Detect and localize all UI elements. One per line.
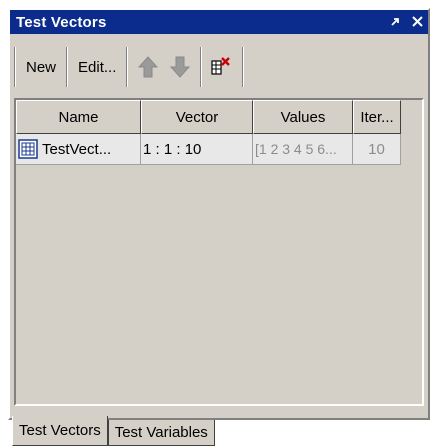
cell-values: [1 2 3 4 5 6... <box>253 134 353 164</box>
move-down-button[interactable] <box>164 48 196 86</box>
toolbar-separator <box>242 47 245 87</box>
column-header-values[interactable]: Values <box>253 100 353 134</box>
toolbar-separator <box>200 47 203 87</box>
toolbar-grip <box>14 47 16 87</box>
close-icon <box>411 15 423 27</box>
column-header-vector[interactable]: Vector <box>141 100 253 134</box>
column-header-iterations[interactable]: Iter... <box>353 100 401 134</box>
tab-test-vectors[interactable]: Test Vectors <box>12 416 108 446</box>
cell-iterations: 10 <box>353 134 401 164</box>
panel-title: Test Vectors <box>16 13 107 31</box>
close-button[interactable] <box>406 14 428 31</box>
arrow-up-icon <box>138 56 159 78</box>
undock-button[interactable] <box>384 14 406 31</box>
toolbar-separator <box>66 47 69 87</box>
toolbar-separator <box>126 47 129 87</box>
edit-button[interactable]: Edit... <box>72 48 122 86</box>
vectors-table: Name Vector Values Iter... TestVect... 1… <box>14 98 424 406</box>
delete-vector-icon <box>211 57 231 75</box>
cell-vector: 1 : 1 : 10 <box>141 134 253 164</box>
toolbar: New Edit... <box>14 42 364 92</box>
test-vector-icon <box>18 139 38 159</box>
new-button[interactable]: New <box>20 48 62 86</box>
bottom-tab-bar: Test Vectors Test Variables <box>12 416 215 446</box>
cell-name: TestVect... <box>16 134 141 164</box>
column-header-name[interactable]: Name <box>16 100 141 134</box>
move-up-button[interactable] <box>132 48 164 86</box>
undock-icon <box>391 17 399 26</box>
delete-vector-button[interactable] <box>206 48 238 86</box>
table-row[interactable]: TestVect... 1 : 1 : 10 [1 2 3 4 5 6... 1… <box>16 134 401 165</box>
tab-test-variables[interactable]: Test Variables <box>107 420 215 446</box>
row-name: TestVect... <box>42 140 112 158</box>
table-header: Name Vector Values Iter... <box>16 100 422 134</box>
panel-title-bar: Test Vectors <box>10 10 428 34</box>
arrow-down-icon <box>170 56 191 78</box>
test-vectors-panel: Test Vectors New Edit... Name Vector Val… <box>8 8 430 420</box>
